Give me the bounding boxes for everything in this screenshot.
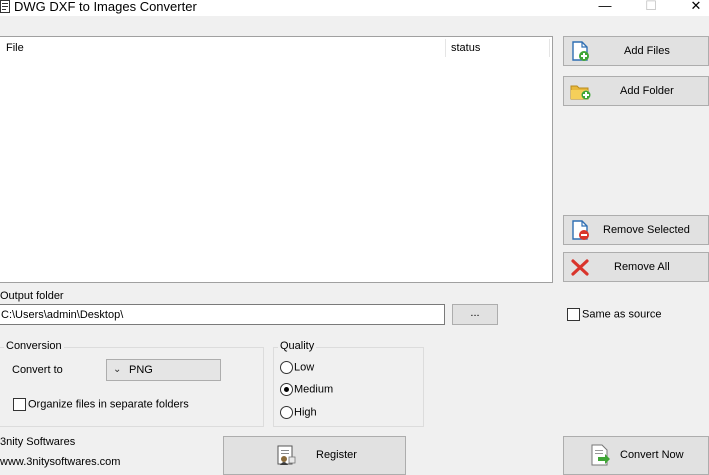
checkbox-box[interactable] <box>567 308 580 321</box>
quality-group-title: Quality <box>278 340 317 352</box>
same-as-source-label: Same as source <box>582 308 662 321</box>
radio-button[interactable] <box>280 361 293 374</box>
register-button[interactable]: Register <box>223 436 406 475</box>
add-folder-button[interactable]: Add Folder <box>563 76 709 106</box>
maximize-icon[interactable]: ☐ <box>640 0 662 14</box>
output-folder-label: Output folder <box>0 290 64 302</box>
register-icon <box>277 445 296 465</box>
output-folder-input[interactable] <box>0 304 445 325</box>
organize-files-label: Organize files in separate folders <box>28 398 189 411</box>
remove-selected-button[interactable]: Remove Selected <box>563 215 709 245</box>
quality-high-label: High <box>294 406 317 419</box>
window-title: DWG DXF to Images Converter <box>14 0 197 14</box>
quality-radio-high[interactable]: High <box>280 406 317 419</box>
convert-icon <box>591 444 610 466</box>
organize-files-checkbox[interactable]: Organize files in separate folders <box>13 398 189 411</box>
remove-file-icon <box>572 220 589 240</box>
quality-radio-low[interactable]: Low <box>280 361 314 374</box>
app-icon <box>0 0 10 13</box>
format-select-value: PNG <box>129 364 153 376</box>
column-header-status[interactable]: status <box>451 37 480 59</box>
add-file-icon <box>572 41 589 61</box>
same-as-source-checkbox[interactable]: Same as source <box>567 308 661 321</box>
add-files-button[interactable]: Add Files <box>563 36 709 66</box>
website-url: www.3nitysoftwares.com <box>0 456 121 468</box>
column-header-file[interactable]: File <box>6 37 24 59</box>
column-divider[interactable] <box>445 39 446 57</box>
checkbox-box[interactable] <box>13 398 26 411</box>
close-icon[interactable]: ✕ <box>685 0 707 14</box>
convert-now-button[interactable]: Convert Now <box>563 436 709 475</box>
add-folder-icon <box>570 85 591 100</box>
add-files-label: Add Files <box>624 45 670 57</box>
conversion-group-title: Conversion <box>4 340 64 352</box>
add-folder-label: Add Folder <box>620 85 674 97</box>
quality-medium-label: Medium <box>294 383 334 396</box>
company-name: 3nity Softwares <box>0 436 76 448</box>
quality-radio-medium[interactable]: Medium <box>280 383 333 396</box>
remove-all-label: Remove All <box>614 261 670 273</box>
browse-button[interactable]: ... <box>452 304 498 325</box>
register-label: Register <box>316 449 357 461</box>
radio-button[interactable] <box>280 383 293 396</box>
column-divider[interactable] <box>549 39 550 57</box>
convert-to-label: Convert to <box>12 364 63 376</box>
minimize-icon[interactable]: — <box>594 0 616 14</box>
remove-selected-label: Remove Selected <box>603 224 690 236</box>
remove-all-icon <box>571 259 589 276</box>
chevron-down-icon: ⌄ <box>113 364 122 375</box>
radio-button[interactable] <box>280 406 293 419</box>
file-list[interactable]: File status <box>0 36 553 283</box>
format-select[interactable]: ⌄ PNG <box>106 359 221 381</box>
quality-low-label: Low <box>294 361 315 374</box>
convert-now-label: Convert Now <box>620 449 684 461</box>
remove-all-button[interactable]: Remove All <box>563 252 709 282</box>
